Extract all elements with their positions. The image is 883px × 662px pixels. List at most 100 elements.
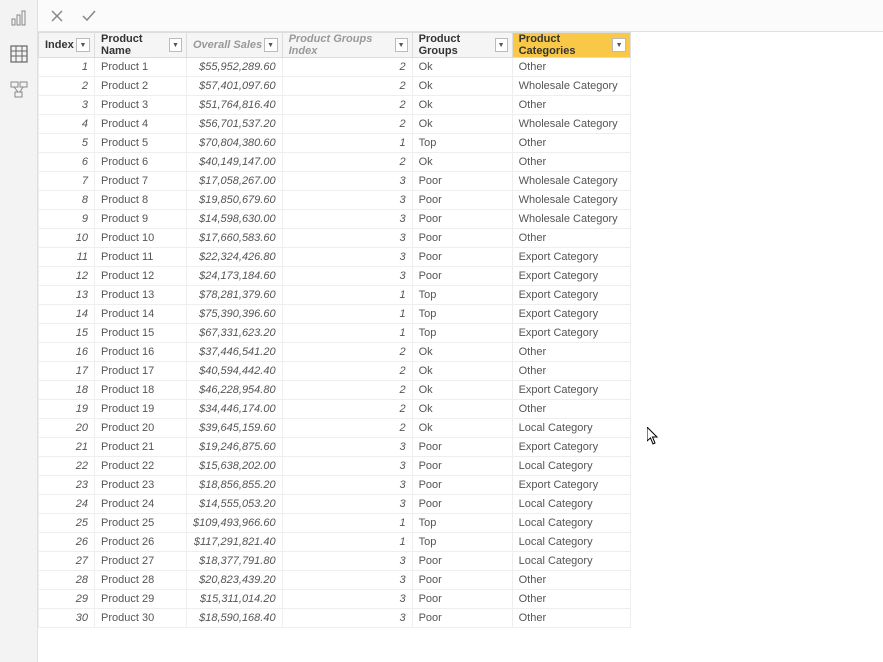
table-cell[interactable]: $78,281,379.60 <box>187 286 283 305</box>
table-cell[interactable]: Product 2 <box>95 77 187 96</box>
table-cell[interactable]: $39,645,159.60 <box>187 419 283 438</box>
table-cell[interactable]: Local Category <box>512 457 630 476</box>
table-cell[interactable]: 3 <box>282 229 412 248</box>
column-filter-dropdown[interactable]: ▼ <box>395 38 408 52</box>
table-cell[interactable]: Poor <box>412 495 512 514</box>
table-cell[interactable]: $17,058,267.00 <box>187 172 283 191</box>
table-cell[interactable]: Other <box>512 400 630 419</box>
table-cell[interactable]: $34,446,174.00 <box>187 400 283 419</box>
table-cell[interactable]: Export Category <box>512 381 630 400</box>
table-row[interactable]: 13Product 13$78,281,379.601TopExport Cat… <box>39 286 631 305</box>
table-cell[interactable]: 3 <box>282 552 412 571</box>
table-cell[interactable]: $37,446,541.20 <box>187 343 283 362</box>
table-cell[interactable]: 7 <box>39 172 95 191</box>
table-row[interactable]: 21Product 21$19,246,875.603PoorExport Ca… <box>39 438 631 457</box>
table-cell[interactable]: Other <box>512 229 630 248</box>
confirm-button[interactable] <box>80 7 98 25</box>
table-cell[interactable]: 2 <box>282 343 412 362</box>
column-header[interactable]: Product Name▼ <box>95 33 187 58</box>
table-cell[interactable]: $18,377,791.80 <box>187 552 283 571</box>
table-cell[interactable]: Export Category <box>512 324 630 343</box>
table-row[interactable]: 2Product 2$57,401,097.602OkWholesale Cat… <box>39 77 631 96</box>
table-cell[interactable]: Product 21 <box>95 438 187 457</box>
table-cell[interactable]: 16 <box>39 343 95 362</box>
data-view-icon[interactable] <box>9 44 29 64</box>
table-cell[interactable]: 1 <box>282 514 412 533</box>
table-cell[interactable]: Product 30 <box>95 609 187 628</box>
table-cell[interactable]: Top <box>412 533 512 552</box>
table-row[interactable]: 16Product 16$37,446,541.202OkOther <box>39 343 631 362</box>
table-cell[interactable]: $14,598,630.00 <box>187 210 283 229</box>
table-cell[interactable]: 2 <box>282 381 412 400</box>
table-cell[interactable]: Product 13 <box>95 286 187 305</box>
table-cell[interactable]: 3 <box>282 248 412 267</box>
table-cell[interactable]: Other <box>512 343 630 362</box>
table-cell[interactable]: 28 <box>39 571 95 590</box>
table-cell[interactable]: 22 <box>39 457 95 476</box>
table-cell[interactable]: Product 9 <box>95 210 187 229</box>
table-cell[interactable]: 3 <box>282 191 412 210</box>
table-cell[interactable]: Other <box>512 153 630 172</box>
table-cell[interactable]: Product 11 <box>95 248 187 267</box>
table-cell[interactable]: 30 <box>39 609 95 628</box>
table-cell[interactable]: Wholesale Category <box>512 77 630 96</box>
table-cell[interactable]: 2 <box>282 362 412 381</box>
table-row[interactable]: 9Product 9$14,598,630.003PoorWholesale C… <box>39 210 631 229</box>
column-header[interactable]: Product Categories▼ <box>512 33 630 58</box>
column-filter-dropdown[interactable]: ▼ <box>264 38 278 52</box>
table-row[interactable]: 27Product 27$18,377,791.803PoorLocal Cat… <box>39 552 631 571</box>
table-cell[interactable]: 10 <box>39 229 95 248</box>
table-cell[interactable]: Product 10 <box>95 229 187 248</box>
table-cell[interactable]: Product 8 <box>95 191 187 210</box>
table-cell[interactable]: Poor <box>412 210 512 229</box>
table-cell[interactable]: Ok <box>412 115 512 134</box>
table-cell[interactable]: Other <box>512 362 630 381</box>
table-cell[interactable]: 13 <box>39 286 95 305</box>
table-cell[interactable]: Product 16 <box>95 343 187 362</box>
table-cell[interactable]: Product 14 <box>95 305 187 324</box>
table-cell[interactable]: Poor <box>412 229 512 248</box>
table-cell[interactable]: Ok <box>412 58 512 77</box>
table-cell[interactable]: $18,856,855.20 <box>187 476 283 495</box>
table-cell[interactable]: Other <box>512 609 630 628</box>
table-cell[interactable]: Ok <box>412 381 512 400</box>
table-cell[interactable]: Product 4 <box>95 115 187 134</box>
table-cell[interactable]: $117,291,821.40 <box>187 533 283 552</box>
table-cell[interactable]: Local Category <box>512 495 630 514</box>
table-row[interactable]: 18Product 18$46,228,954.802OkExport Cate… <box>39 381 631 400</box>
table-cell[interactable]: $51,764,816.40 <box>187 96 283 115</box>
table-cell[interactable]: 1 <box>282 305 412 324</box>
table-cell[interactable]: Local Category <box>512 514 630 533</box>
table-cell[interactable]: Ok <box>412 343 512 362</box>
table-cell[interactable]: $75,390,396.60 <box>187 305 283 324</box>
table-cell[interactable]: $55,952,289.60 <box>187 58 283 77</box>
table-cell[interactable]: Poor <box>412 248 512 267</box>
table-row[interactable]: 19Product 19$34,446,174.002OkOther <box>39 400 631 419</box>
table-cell[interactable]: Other <box>512 58 630 77</box>
table-cell[interactable]: $18,590,168.40 <box>187 609 283 628</box>
table-cell[interactable]: $24,173,184.60 <box>187 267 283 286</box>
table-cell[interactable]: Product 22 <box>95 457 187 476</box>
table-cell[interactable]: Poor <box>412 571 512 590</box>
table-cell[interactable]: Export Category <box>512 438 630 457</box>
table-cell[interactable]: Wholesale Category <box>512 210 630 229</box>
table-cell[interactable]: 3 <box>282 590 412 609</box>
table-row[interactable]: 28Product 28$20,823,439.203PoorOther <box>39 571 631 590</box>
table-cell[interactable]: 2 <box>282 96 412 115</box>
cancel-button[interactable] <box>48 7 66 25</box>
table-row[interactable]: 24Product 24$14,555,053.203PoorLocal Cat… <box>39 495 631 514</box>
table-cell[interactable]: Top <box>412 324 512 343</box>
table-cell[interactable]: 2 <box>282 77 412 96</box>
table-cell[interactable]: Poor <box>412 457 512 476</box>
table-row[interactable]: 1Product 1$55,952,289.602OkOther <box>39 58 631 77</box>
column-header[interactable]: Product Groups▼ <box>412 33 512 58</box>
table-row[interactable]: 22Product 22$15,638,202.003PoorLocal Cat… <box>39 457 631 476</box>
table-cell[interactable]: 3 <box>282 172 412 191</box>
table-cell[interactable]: 1 <box>282 324 412 343</box>
table-cell[interactable]: Product 6 <box>95 153 187 172</box>
column-filter-dropdown[interactable]: ▼ <box>495 38 508 52</box>
table-cell[interactable]: Ok <box>412 77 512 96</box>
table-row[interactable]: 23Product 23$18,856,855.203PoorExport Ca… <box>39 476 631 495</box>
table-row[interactable]: 17Product 17$40,594,442.402OkOther <box>39 362 631 381</box>
table-cell[interactable]: Product 29 <box>95 590 187 609</box>
